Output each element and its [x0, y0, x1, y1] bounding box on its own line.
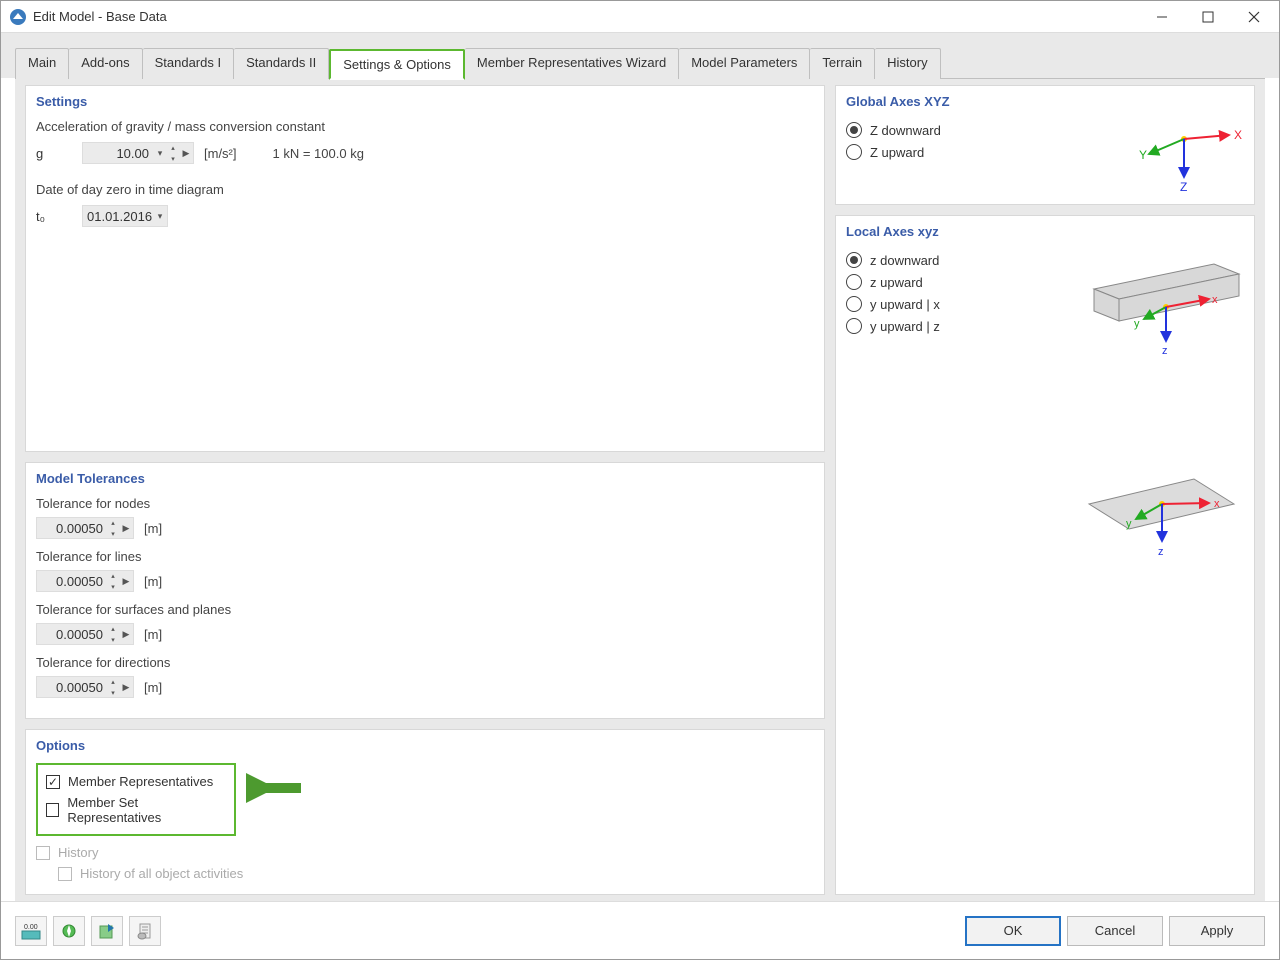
tolerance-label: Tolerance for nodes: [36, 496, 814, 511]
play-icon[interactable]: ▶: [119, 682, 133, 693]
units-button[interactable]: 0.00: [15, 916, 47, 946]
spin-down-icon[interactable]: ▾: [107, 581, 119, 592]
highlight-annotation: Member Representatives Member Set Repres…: [36, 763, 236, 836]
tab-add-ons[interactable]: Add-ons: [69, 48, 142, 79]
history-checkbox[interactable]: History: [36, 842, 814, 863]
tolerance-input[interactable]: 0.00050▴▾▶: [36, 517, 134, 539]
svg-text:x: x: [1212, 294, 1218, 306]
ok-button[interactable]: OK: [965, 916, 1061, 946]
tolerances-panel: Model Tolerances Tolerance for nodes 0.00…: [25, 462, 825, 719]
t0-input[interactable]: 01.01.2016 ▾: [82, 205, 168, 227]
close-button[interactable]: [1231, 2, 1277, 32]
svg-text:0.00: 0.00: [24, 924, 38, 931]
global-axes-diagram: X Y Z: [1104, 119, 1244, 194]
spin-up-icon[interactable]: ▴: [167, 142, 179, 153]
tolerance-unit: [m]: [144, 680, 162, 695]
export-button[interactable]: [91, 916, 123, 946]
tolerance-label: Tolerance for lines: [36, 549, 814, 564]
g-input[interactable]: 10.00 ▾ ▴▾ ▶: [82, 142, 194, 164]
local-y-upward-z-radio[interactable]: y upward | z: [846, 315, 1074, 337]
g-conversion: 1 kN = 100.0 kg: [273, 146, 364, 161]
options-title: Options: [36, 738, 814, 753]
z-downward-radio[interactable]: Z downward: [846, 119, 1104, 141]
date-zero-label: Date of day zero in time diagram: [36, 182, 814, 197]
spin-up-icon[interactable]: ▴: [107, 676, 119, 687]
z-upward-radio[interactable]: Z upward: [846, 141, 1104, 163]
tolerance-label: Tolerance for surfaces and planes: [36, 602, 814, 617]
minimize-button[interactable]: [1139, 2, 1185, 32]
tab-member-representatives-wizard[interactable]: Member Representatives Wizard: [465, 48, 679, 79]
tab-main[interactable]: Main: [15, 48, 69, 79]
spin-up-icon[interactable]: ▴: [107, 570, 119, 581]
local-axes-beam-diagram: x y z: [1074, 249, 1244, 359]
tab-history[interactable]: History: [875, 48, 940, 79]
svg-text:x: x: [1214, 498, 1220, 510]
settings-panel: Settings Acceleration of gravity / mass …: [25, 85, 825, 452]
play-icon[interactable]: ▶: [119, 576, 133, 587]
svg-text:y: y: [1126, 518, 1132, 530]
local-axes-title: Local Axes xyz: [846, 224, 1244, 239]
tab-settings-options[interactable]: Settings & Options: [329, 49, 465, 80]
tabs-bar: MainAdd-onsStandards IStandards IISettin…: [1, 33, 1279, 78]
tolerance-input[interactable]: 0.00050▴▾▶: [36, 570, 134, 592]
play-icon[interactable]: ▶: [119, 523, 133, 534]
settings-title: Settings: [36, 94, 814, 109]
list-button[interactable]: [129, 916, 161, 946]
spin-up-icon[interactable]: ▴: [107, 623, 119, 634]
play-icon[interactable]: ▶: [179, 148, 193, 159]
options-panel: Options Member Representatives Member Se…: [25, 729, 825, 895]
window-title: Edit Model - Base Data: [33, 9, 1139, 24]
g-unit: [m/s²]: [204, 146, 237, 161]
gravity-label: Acceleration of gravity / mass conversio…: [36, 119, 814, 134]
svg-text:Z: Z: [1180, 180, 1187, 194]
tab-standards-i[interactable]: Standards I: [143, 48, 235, 79]
svg-text:z: z: [1158, 546, 1164, 558]
spin-down-icon[interactable]: ▾: [107, 528, 119, 539]
global-axes-panel: Global Axes XYZ Z downward Z upward: [835, 85, 1255, 205]
arrow-annotation-icon: [246, 771, 306, 805]
tolerance-input[interactable]: 0.00050▴▾▶: [36, 623, 134, 645]
tolerance-input[interactable]: 0.00050▴▾▶: [36, 676, 134, 698]
local-z-downward-radio[interactable]: z downward: [846, 249, 1074, 271]
tolerance-unit: [m]: [144, 521, 162, 536]
local-axes-panel: Local Axes xyz z downward z upward y upw…: [835, 215, 1255, 895]
t0-symbol: t₀: [36, 209, 58, 224]
tolerance-unit: [m]: [144, 574, 162, 589]
settings-button[interactable]: [53, 916, 85, 946]
tab-terrain[interactable]: Terrain: [810, 48, 875, 79]
local-z-upward-radio[interactable]: z upward: [846, 271, 1074, 293]
global-axes-title: Global Axes XYZ: [846, 94, 1244, 109]
chevron-down-icon[interactable]: ▾: [153, 211, 167, 222]
apply-button[interactable]: Apply: [1169, 916, 1265, 946]
svg-text:X: X: [1234, 128, 1242, 142]
member-representatives-checkbox[interactable]: Member Representatives: [46, 771, 226, 792]
maximize-button[interactable]: [1185, 2, 1231, 32]
spin-down-icon[interactable]: ▾: [167, 153, 179, 164]
member-set-representatives-checkbox[interactable]: Member Set Representatives: [46, 792, 226, 828]
chevron-down-icon[interactable]: ▾: [153, 148, 167, 159]
local-y-upward-x-radio[interactable]: y upward | x: [846, 293, 1074, 315]
svg-text:Y: Y: [1139, 148, 1147, 162]
svg-text:y: y: [1134, 318, 1140, 330]
g-symbol: g: [36, 146, 58, 161]
titlebar: Edit Model - Base Data: [1, 1, 1279, 33]
tolerance-label: Tolerance for directions: [36, 655, 814, 670]
tolerances-title: Model Tolerances: [36, 471, 814, 486]
history-all-checkbox[interactable]: History of all object activities: [36, 863, 814, 884]
svg-text:z: z: [1162, 345, 1168, 357]
cancel-button[interactable]: Cancel: [1067, 916, 1163, 946]
play-icon[interactable]: ▶: [119, 629, 133, 640]
spin-up-icon[interactable]: ▴: [107, 517, 119, 528]
spin-down-icon[interactable]: ▾: [107, 687, 119, 698]
tab-model-parameters[interactable]: Model Parameters: [679, 48, 810, 79]
app-icon: [9, 8, 27, 26]
local-axes-plane-diagram: x y z: [846, 459, 1244, 569]
tolerance-unit: [m]: [144, 627, 162, 642]
spin-down-icon[interactable]: ▾: [107, 634, 119, 645]
footer: 0.00 OK Cancel Apply: [1, 901, 1279, 959]
tab-standards-ii[interactable]: Standards II: [234, 48, 329, 79]
